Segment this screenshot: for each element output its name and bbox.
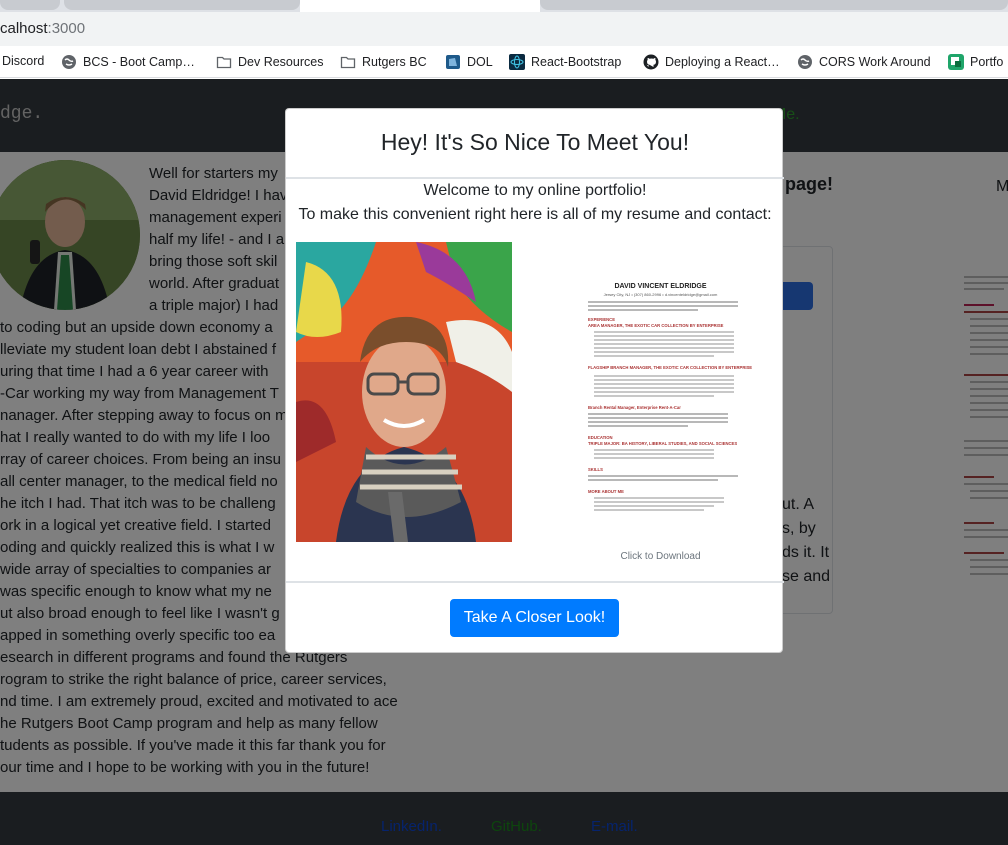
bookmark-portfolio[interactable]: Portfo <box>948 54 1003 70</box>
take-a-closer-look-button[interactable]: Take A Closer Look! <box>450 599 619 637</box>
bookmark-label: Deploying a React… <box>665 55 780 69</box>
bookmark-deploying-react[interactable]: Deploying a React… <box>643 54 780 70</box>
bookmark-rutgers-bc[interactable]: Rutgers BC <box>340 54 427 70</box>
resume-section: FLAGSHIP BRANCH MANAGER, THE EXOTIC CAR … <box>588 365 753 370</box>
bookmarks-bar: Discord BCS - Boot Camp… Dev Resources R… <box>0 46 1008 78</box>
resume-contact: Jersey City, NJ • (307) 860-2996 • d.vin… <box>603 292 718 297</box>
url-text[interactable]: calhost:3000 <box>0 20 85 37</box>
modal-divider <box>286 177 784 179</box>
profile-photo <box>296 242 512 542</box>
bookmark-dol[interactable]: DOL <box>445 54 493 70</box>
folder-icon <box>216 56 232 69</box>
react-bootstrap-icon <box>509 54 525 70</box>
bookmark-label: Portfo <box>970 55 1004 69</box>
modal-welcome-text: Welcome to my online portfolio! <box>423 182 647 199</box>
resume-section: MORE ABOUT ME <box>588 489 624 494</box>
browser-tab-active[interactable] <box>300 0 540 12</box>
dol-icon <box>446 55 460 69</box>
portfolio-icon <box>948 54 964 70</box>
bookmark-react-bootstrap[interactable]: React-Bootstrap <box>509 54 621 70</box>
resume-section: SKILLS <box>588 467 603 472</box>
resume-preview[interactable]: DAVID VINCENT ELDRIDGE Jersey City, NJ •… <box>548 257 773 542</box>
browser-tab-strip <box>0 0 1008 12</box>
browser-tab[interactable] <box>540 0 1008 10</box>
bookmark-label: Rutgers BC <box>362 55 427 69</box>
globe-icon <box>62 55 76 69</box>
resume-section: AREA MANAGER, THE EXOTIC CAR COLLECTION … <box>588 323 724 328</box>
resume-section: Branch Rental Manager, Enterprise Rent-A… <box>588 405 681 410</box>
browser-tab[interactable] <box>64 0 300 10</box>
resume-name: DAVID VINCENT ELDRIDGE <box>614 283 707 290</box>
bookmark-label: Dev Resources <box>238 55 324 69</box>
bookmark-label: Discord <box>2 54 45 68</box>
bookmark-cors[interactable]: CORS Work Around <box>797 54 931 70</box>
resume-section: EDUCATION <box>588 435 613 440</box>
bookmark-label: BCS - Boot Camp… <box>83 55 195 69</box>
modal-subtitle: To make this convenient right here is al… <box>298 206 772 223</box>
github-icon <box>643 54 659 70</box>
bookmark-label: React-Bootstrap <box>531 55 622 69</box>
folder-icon <box>340 56 356 69</box>
bookmark-dev-resources[interactable]: Dev Resources <box>216 54 323 70</box>
globe-icon <box>798 55 812 69</box>
bookmark-discord[interactable]: Discord <box>2 54 44 68</box>
resume-section: EXPERIENCE <box>588 317 615 322</box>
resume-section: TRIPLE MAJOR: BA HISTORY, LIBERAL STUDIE… <box>588 441 738 446</box>
download-caption[interactable]: Click to Download <box>548 551 773 562</box>
address-bar[interactable]: calhost:3000 <box>0 12 1008 46</box>
welcome-modal: Hey! It's So Nice To Meet You! Welcome t… <box>285 108 784 653</box>
bookmark-bcs[interactable]: BCS - Boot Camp… <box>61 54 195 70</box>
browser-tab[interactable] <box>0 0 60 10</box>
bookmark-label: CORS Work Around <box>819 55 931 69</box>
bookmark-label: DOL <box>467 55 493 69</box>
modal-title: Hey! It's So Nice To Meet You! <box>380 129 690 155</box>
modal-footer-divider <box>286 581 784 583</box>
